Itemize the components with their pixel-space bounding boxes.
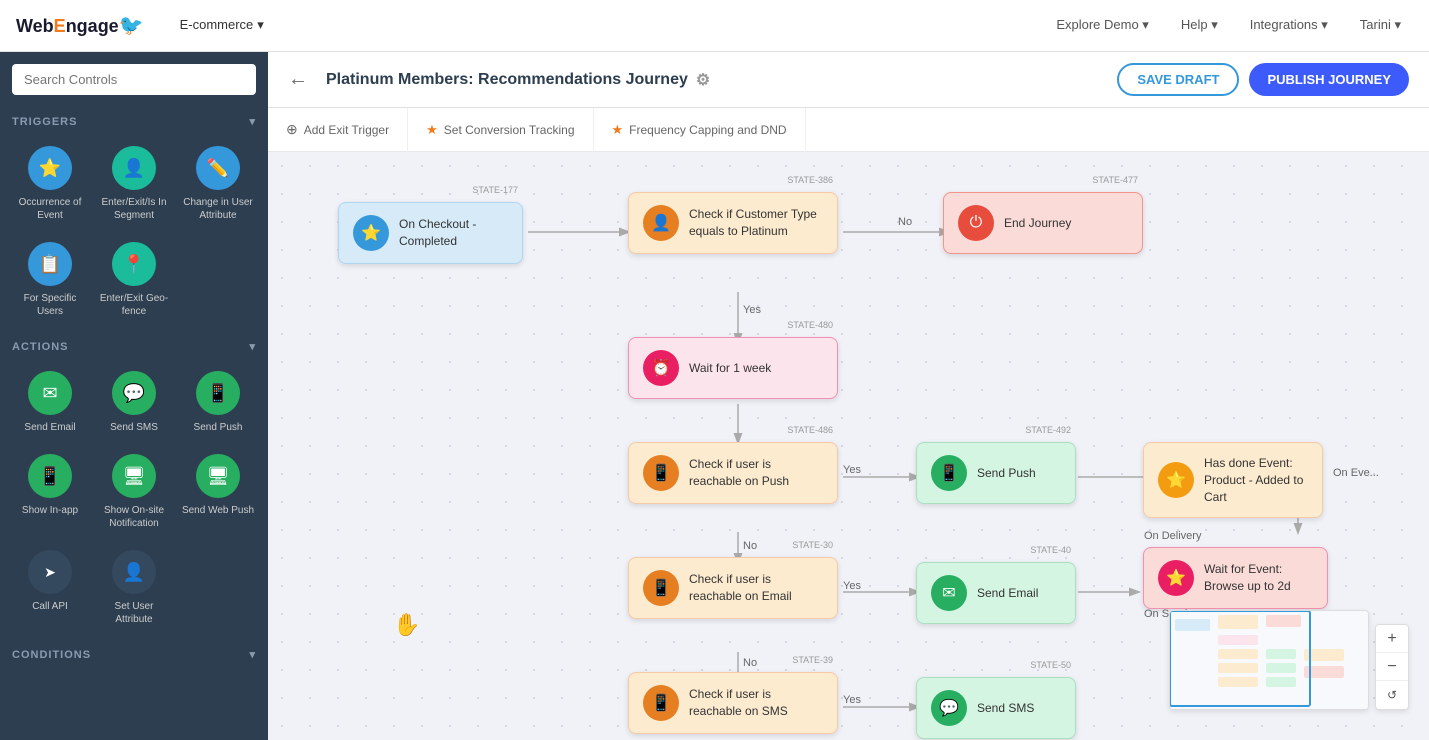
check-email-icon: 📱 [643,570,679,606]
no-label-email: No [743,657,757,669]
actions-section-label[interactable]: ACTIONS ▾ [0,332,268,357]
save-draft-button[interactable]: SAVE DRAFT [1117,63,1239,96]
page-title: Platinum Members: Recommendations Journe… [326,70,710,90]
node-wait-1-week[interactable]: STATE-480 ⏰ Wait for 1 week [628,337,838,399]
checkout-icon: ⭐ [353,215,389,251]
trigger-enter-exit-geofence[interactable]: 📍 Enter/Exit Geo-fence [92,232,176,328]
send-email-action-icon: ✉ [931,575,967,611]
enter-exit-geofence-icon: 📍 [112,242,156,286]
action-call-api[interactable]: ➤ Call API [8,540,92,636]
node-send-sms[interactable]: STATE-50 💬 Send SMS [916,677,1076,739]
node-send-push[interactable]: STATE-492 📱 Send Push [916,442,1076,504]
toolbar-frequency-capping[interactable]: ★ Frequency Capping and DND [594,108,806,152]
on-event-label: On Eve... [1333,467,1379,479]
publish-journey-button[interactable]: PUBLISH JOURNEY [1249,63,1409,96]
action-send-push[interactable]: 📱 Send Push [176,361,260,444]
action-send-sms[interactable]: 💬 Send SMS [92,361,176,444]
exit-trigger-icon: ⊕ [286,121,298,138]
trigger-enter-exit-segment[interactable]: 👤 Enter/Exit/Is In Segment [92,136,176,232]
send-push-icon: 📱 [196,371,240,415]
journey-canvas[interactable]: STATE-177 ⭐ On Checkout - Completed STAT… [268,152,1429,740]
search-input[interactable] [12,64,256,95]
triggers-section-label[interactable]: TRIGGERS ▾ [0,107,268,132]
top-navigation: WebEngage🐦 E-commerce ▾ Explore Demo ▾ H… [0,0,1429,52]
nav-explore-demo[interactable]: Explore Demo ▾ [1044,0,1161,52]
no-label-1: No [898,216,912,228]
sidebar: TRIGGERS ▾ ⭐ Occurrence of Event 👤 Enter… [0,52,268,740]
send-sms-icon: 💬 [112,371,156,415]
has-done-event-icon: ⭐ [1158,462,1194,498]
action-send-email[interactable]: ✉ Send Email [8,361,92,444]
logo: WebEngage🐦 [16,13,144,38]
trigger-occurrence-event[interactable]: ⭐ Occurrence of Event [8,136,92,232]
toolbar-conversion-tracking[interactable]: ★ Set Conversion Tracking [408,108,593,152]
node-check-push[interactable]: STATE-486 📱 Check if user is reachable o… [628,442,838,504]
yes-label-push: Yes [843,464,861,476]
on-delivery-label: On Delivery [1144,530,1201,542]
action-show-onsite[interactable]: 🖥 Show On-site Notification [92,444,176,540]
show-inapp-icon: 📱 [28,454,72,498]
triggers-grid: ⭐ Occurrence of Event 👤 Enter/Exit/Is In… [0,132,268,332]
zoom-in-button[interactable]: + [1376,625,1408,653]
nav-integrations[interactable]: Integrations ▾ [1238,0,1340,52]
call-api-icon: ➤ [28,550,72,594]
nav-project[interactable]: E-commerce ▾ [168,0,276,52]
wait-icon: ⏰ [643,350,679,386]
node-check-customer-type[interactable]: STATE-386 👤 Check if Customer Type equal… [628,192,838,254]
settings-icon[interactable]: ⚙ [696,70,710,90]
change-user-attr-icon: ✏️ [196,146,240,190]
enter-exit-segment-icon: 👤 [112,146,156,190]
send-web-push-icon: 🖥 [196,454,240,498]
zoom-reset-button[interactable]: ↺ [1376,681,1408,709]
frequency-star-icon: ★ [612,122,624,138]
minimap [1169,610,1369,710]
nav-user[interactable]: Tarini ▾ [1348,0,1413,52]
action-show-inapp[interactable]: 📱 Show In-app [8,444,92,540]
canvas-toolbar: ⊕ Add Exit Trigger ★ Set Conversion Trac… [268,108,1429,152]
wait-event-icon: ⭐ [1158,560,1194,596]
end-journey-icon: ⏻ [958,205,994,241]
customer-type-icon: 👤 [643,205,679,241]
send-push-action-icon: 📱 [931,455,967,491]
node-end-journey[interactable]: STATE-477 ⏻ End Journey [943,192,1143,254]
journey-nodes: STATE-177 ⭐ On Checkout - Completed STAT… [288,172,1429,740]
conditions-section-label[interactable]: CONDITIONS ▾ [0,640,268,665]
occurrence-event-icon: ⭐ [28,146,72,190]
send-email-icon: ✉ [28,371,72,415]
canvas-header: ← Platinum Members: Recommendations Jour… [268,52,1429,108]
nav-help[interactable]: Help ▾ [1169,0,1230,52]
zoom-out-button[interactable]: − [1376,653,1408,681]
drag-handle-icon: ✋ [393,612,420,638]
for-specific-users-icon: 📋 [28,242,72,286]
conversion-star-icon: ★ [426,122,438,138]
show-onsite-icon: 🖥 [112,454,156,498]
yes-label-email: Yes [843,580,861,592]
check-sms-icon: 📱 [643,685,679,721]
zoom-controls: + − ↺ [1375,624,1409,710]
trigger-change-user-attr[interactable]: ✏️ Change in User Attribute [176,136,260,232]
no-label-push: No [743,540,757,552]
trigger-for-specific-users[interactable]: 📋 For Specific Users [8,232,92,328]
send-sms-action-icon: 💬 [931,690,967,726]
header-buttons: SAVE DRAFT PUBLISH JOURNEY [1117,63,1409,96]
back-button[interactable]: ← [288,68,316,91]
node-checkout-completed[interactable]: STATE-177 ⭐ On Checkout - Completed [338,202,523,264]
canvas-area: ← Platinum Members: Recommendations Jour… [268,52,1429,740]
set-user-attr-icon: 👤 [112,550,156,594]
toolbar-add-exit-trigger[interactable]: ⊕ Add Exit Trigger [268,108,408,152]
yes-label-1: Yes [743,304,761,316]
node-send-email[interactable]: STATE-40 ✉ Send Email [916,562,1076,624]
main-layout: TRIGGERS ▾ ⭐ Occurrence of Event 👤 Enter… [0,0,1429,740]
nav-right: Explore Demo ▾ Help ▾ Integrations ▾ Tar… [1044,0,1413,52]
node-check-email[interactable]: STATE-30 📱 Check if user is reachable on… [628,557,838,619]
node-check-sms[interactable]: STATE-39 📱 Check if user is reachable on… [628,672,838,734]
yes-label-sms: Yes [843,694,861,706]
node-has-done-event[interactable]: ⭐ Has done Event: Product - Added to Car… [1143,442,1323,518]
action-send-web-push[interactable]: 🖥 Send Web Push [176,444,260,540]
node-wait-event-browse[interactable]: ⭐ Wait for Event: Browse up to 2d [1143,547,1328,609]
actions-grid: ✉ Send Email 💬 Send SMS 📱 Send Push 📱 Sh… [0,357,268,640]
check-push-icon: 📱 [643,455,679,491]
action-set-user-attr[interactable]: 👤 Set User Attribute [92,540,176,636]
